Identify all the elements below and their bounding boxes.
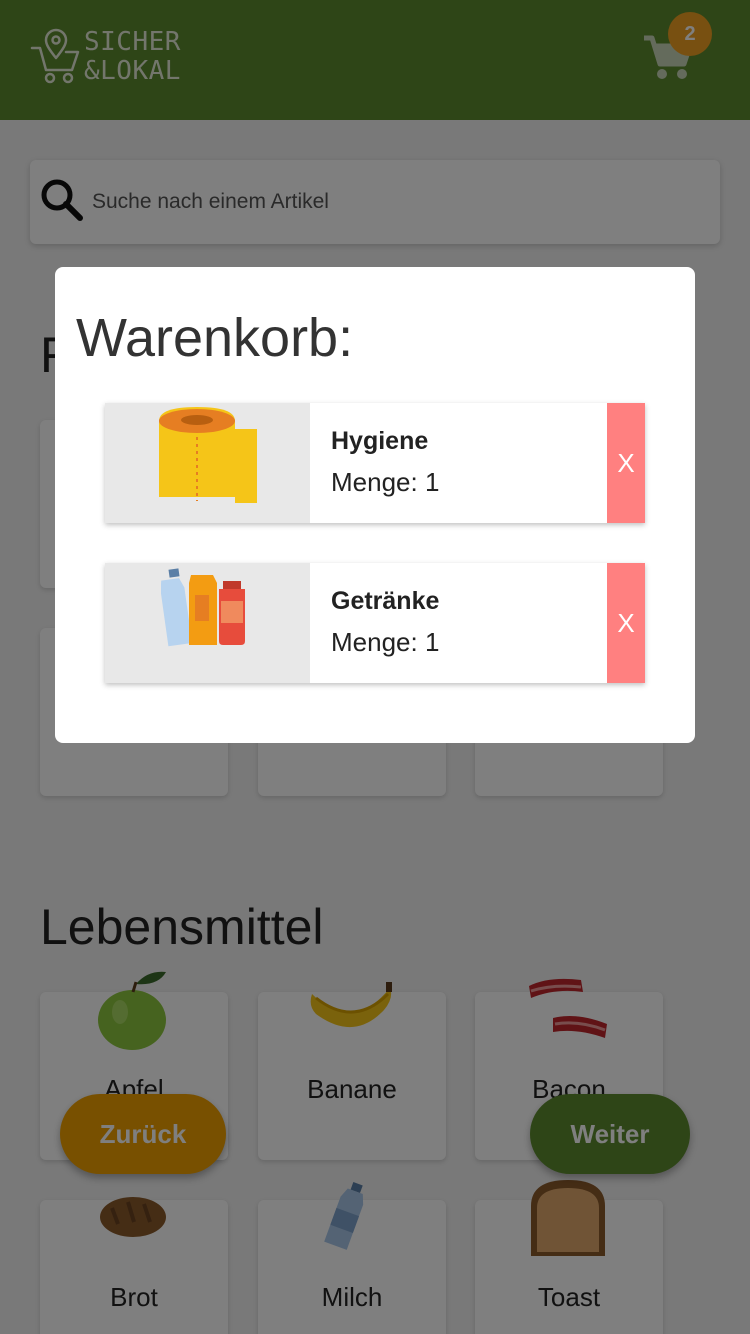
cart-item-name: Hygiene: [331, 427, 429, 455]
cart-item-image: [105, 563, 310, 683]
remove-item-button[interactable]: X: [607, 563, 645, 683]
cart-item: Getränke Menge: 1 X: [105, 563, 645, 683]
cart-item-name: Getränke: [331, 587, 440, 615]
cart-item-image: [105, 403, 310, 523]
cart-item: Hygiene Menge: 1 X: [105, 403, 645, 523]
remove-item-button[interactable]: X: [607, 403, 645, 523]
cart-modal: Warenkorb: Hygiene Menge: 1 X Getränke M…: [55, 267, 695, 743]
toilet-paper-icon: [159, 407, 257, 503]
cart-item-quantity: Menge: 1: [331, 627, 440, 657]
modal-title: Warenkorb:: [76, 308, 354, 368]
drinks-icon: [161, 568, 245, 647]
cart-item-quantity: Menge: 1: [331, 467, 440, 497]
